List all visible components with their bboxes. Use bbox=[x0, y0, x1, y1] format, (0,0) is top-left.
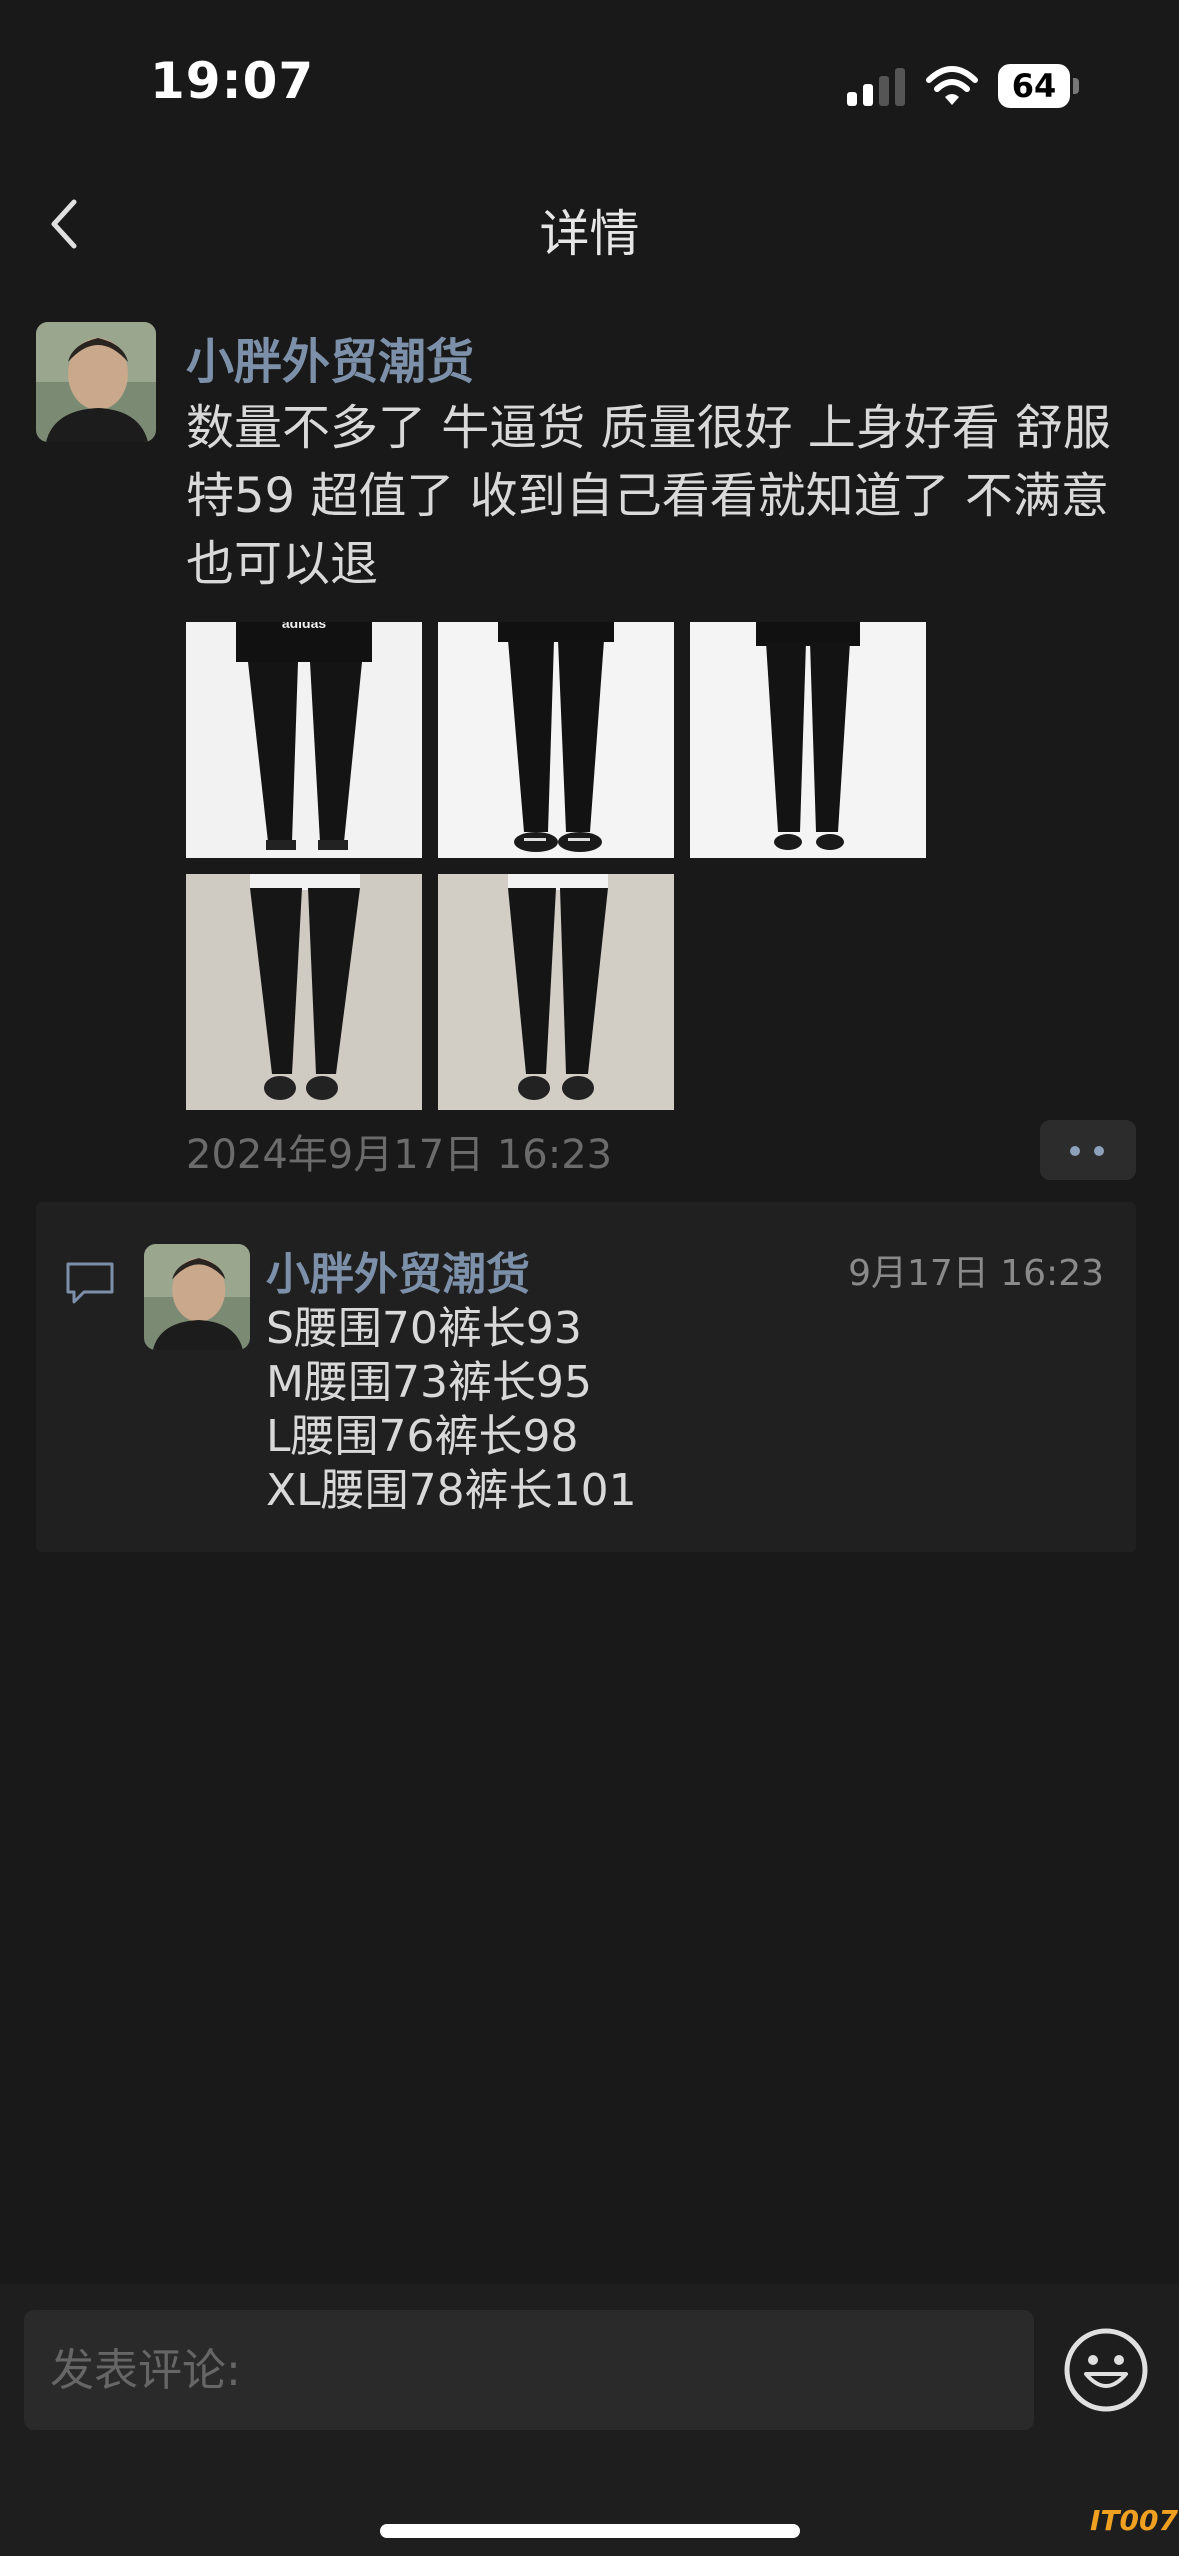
cellular-signal-icon bbox=[847, 68, 905, 106]
comment-input[interactable] bbox=[24, 2310, 1034, 2430]
dot bbox=[1094, 1146, 1104, 1156]
status-time: 19:07 bbox=[150, 52, 315, 110]
comment-icon bbox=[66, 1262, 114, 1304]
status-bar: 19:07 64 bbox=[0, 0, 1179, 170]
battery-icon: 64 bbox=[998, 64, 1080, 108]
comment-line: XL腰围78裤长101 bbox=[266, 1465, 637, 1516]
comment-author[interactable]: 小胖外贸潮货 bbox=[266, 1238, 530, 1302]
post-author[interactable]: 小胖外贸潮货 bbox=[186, 322, 474, 392]
nav-bar: 详情 bbox=[0, 170, 1179, 290]
post-timestamp: 2024年9月17日 16:23 bbox=[186, 1132, 613, 1178]
avatar[interactable] bbox=[144, 1244, 250, 1350]
brand-text: adidas bbox=[282, 622, 327, 631]
more-actions-button[interactable] bbox=[1040, 1120, 1136, 1180]
comments-panel: 小胖外贸潮货 9月17日 16:23 S腰围70裤长93 M腰围73裤长95 L… bbox=[36, 1202, 1136, 1552]
post-image[interactable]: adidas bbox=[186, 622, 422, 858]
detail-page: 19:07 64 详情 小胖外贸潮货 数量不多了 牛逼货 质量很好 上身好看 舒… bbox=[0, 0, 1179, 2556]
comment-input-bar: IT007 bbox=[0, 2284, 1179, 2556]
post-image[interactable] bbox=[186, 874, 422, 1110]
battery-tip bbox=[1073, 78, 1079, 94]
comment-line: S腰围70裤长93 bbox=[266, 1303, 582, 1354]
post-image[interactable] bbox=[438, 622, 674, 858]
comment-line: L腰围76裤长98 bbox=[266, 1411, 579, 1462]
page-title: 详情 bbox=[539, 205, 640, 263]
avatar[interactable] bbox=[36, 322, 156, 442]
comment-line: M腰围73裤长95 bbox=[266, 1357, 592, 1408]
post-text: 数量不多了 牛逼货 质量很好 上身好看 舒服 特59 超值了 收到自己看看就知道… bbox=[186, 400, 1112, 592]
battery-level: 64 bbox=[998, 64, 1070, 108]
home-indicator bbox=[380, 2524, 800, 2538]
post-image[interactable] bbox=[438, 874, 674, 1110]
wifi-icon bbox=[926, 66, 978, 105]
post-image[interactable] bbox=[690, 622, 926, 858]
emoji-icon[interactable] bbox=[1062, 2326, 1150, 2414]
comment-timestamp: 9月17日 16:23 bbox=[848, 1253, 1104, 1294]
dot bbox=[1070, 1146, 1080, 1156]
comment-text: S腰围70裤长93 M腰围73裤长95 L腰围76裤长98 XL腰围78裤长10… bbox=[266, 1302, 637, 1518]
watermark-logo: IT007 bbox=[1090, 2504, 1178, 2537]
